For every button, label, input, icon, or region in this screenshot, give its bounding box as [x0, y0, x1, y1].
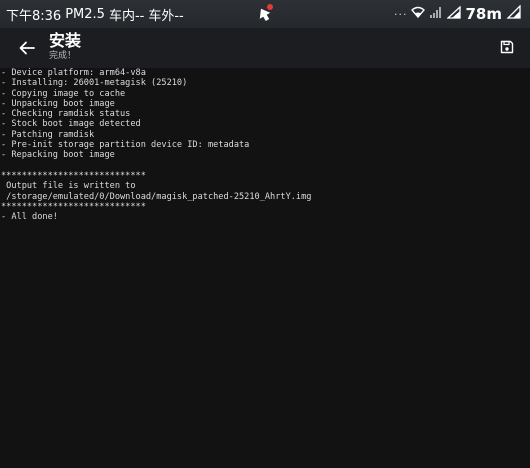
- status-time: 下午8:36: [6, 8, 62, 24]
- console-line: /storage/emulated/0/Download/magisk_patc…: [1, 191, 312, 202]
- cell-signal-icon: [446, 5, 462, 23]
- console-line: - Pre-init storage partition device ID: …: [1, 140, 250, 151]
- battery-triangle-icon: [506, 4, 522, 23]
- page-title: 安装: [49, 31, 82, 50]
- save-button[interactable]: [498, 38, 516, 56]
- console-line: Output file is written to: [1, 181, 136, 192]
- console-line: - Patching ramdisk: [1, 129, 95, 140]
- status-right: ··· 78m: [393, 4, 522, 23]
- console-line: - Device platform: arm64-v8a: [1, 68, 146, 78]
- signal-bars-icon: [429, 6, 443, 22]
- battery-level: 78m: [465, 5, 502, 23]
- console-line: - Unpacking boot image: [1, 98, 115, 109]
- console-line: ****************************: [1, 170, 146, 181]
- console-output[interactable]: - Device platform: arm64-v8a - Installing…: [0, 68, 530, 468]
- page-subtitle: 完成！: [49, 51, 77, 61]
- console-line: - Checking ramdisk status: [1, 109, 131, 120]
- console-line: - Installing: 26001-metagisk (25210): [1, 78, 188, 89]
- status-left: 下午8:36 PM2.5 车内-- 车外--: [6, 5, 184, 24]
- back-arrow-icon: [19, 41, 35, 55]
- wifi-icon: [411, 6, 426, 22]
- back-button[interactable]: [14, 36, 40, 60]
- status-indoor: 车内--: [108, 8, 145, 24]
- status-outdoor: 车外--: [148, 8, 184, 24]
- console-line: - Copying image to cache: [1, 88, 126, 99]
- app-bar-titles: 安装 完成！: [49, 31, 81, 62]
- status-more-dots: ···: [393, 7, 408, 21]
- status-pm25: PM2.5: [65, 6, 105, 22]
- notification-icon: [253, 3, 275, 25]
- console-line: - Stock boot image detected: [1, 119, 141, 130]
- console-line: - All done!: [1, 212, 58, 223]
- save-icon: [500, 40, 514, 54]
- console-line: ****************************: [1, 201, 146, 212]
- status-bar: 下午8:36 PM2.5 车内-- 车外-- ··· 78m: [0, 0, 530, 28]
- app-bar: 安装 完成！: [0, 28, 530, 68]
- console-line: - Repacking boot image: [1, 150, 115, 161]
